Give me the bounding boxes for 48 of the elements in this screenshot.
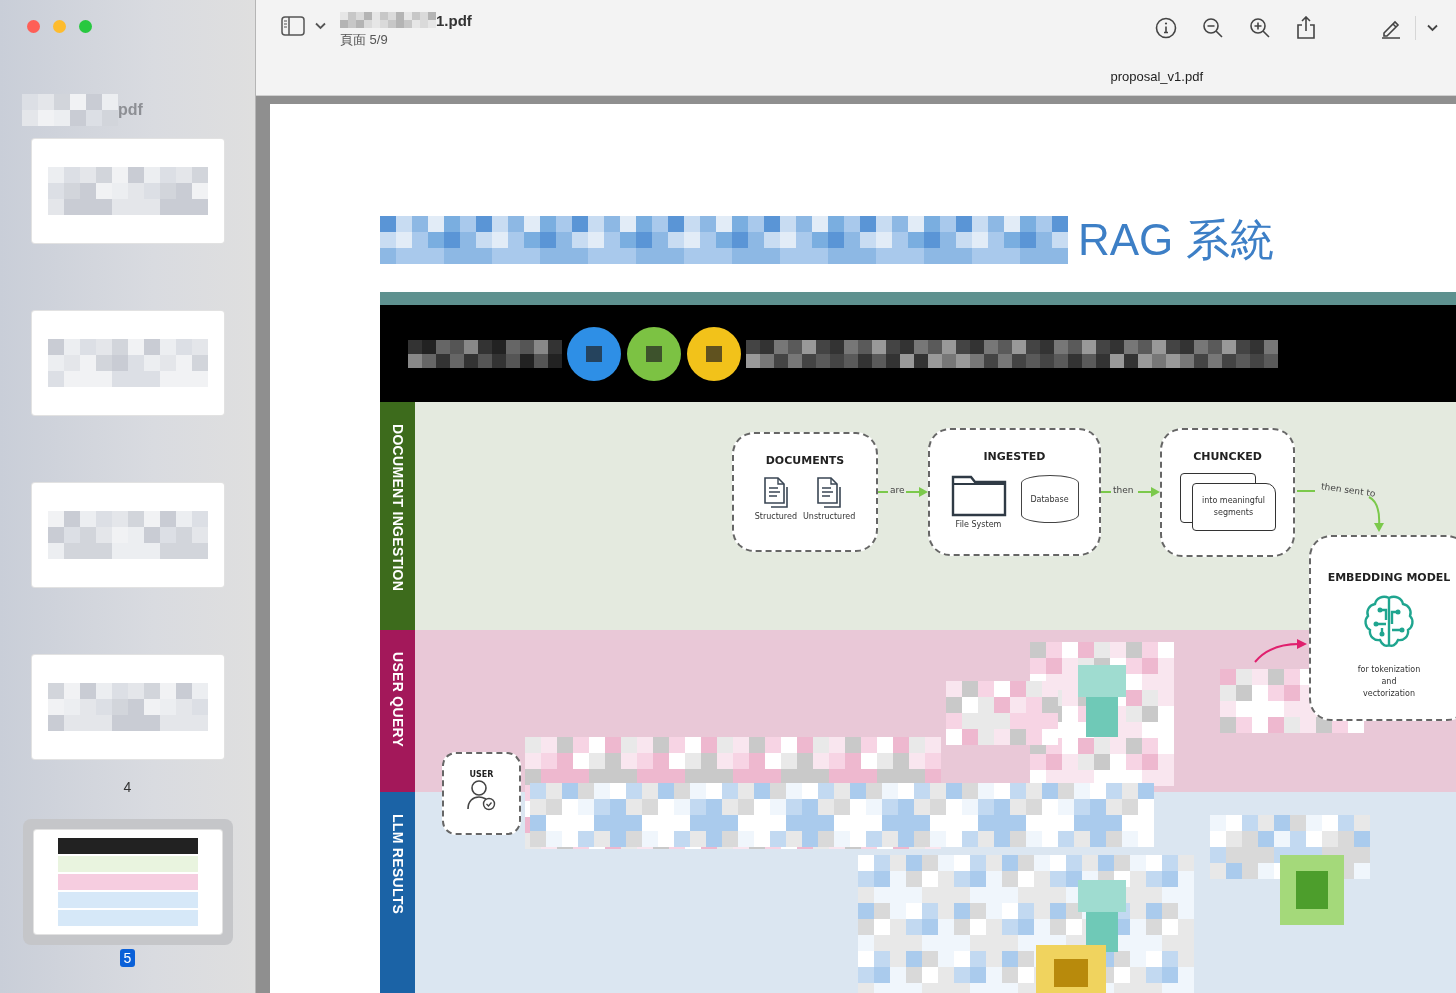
connector-arrow xyxy=(1101,486,1160,498)
lane-label: DOCUMENT INGESTION xyxy=(380,402,415,630)
user-check-icon xyxy=(466,779,497,811)
connector-arrow xyxy=(878,486,928,498)
page-indicator: 頁面 5/9 xyxy=(340,31,389,49)
node-title: INGESTED xyxy=(983,450,1046,463)
zoom-in-icon[interactable] xyxy=(1249,17,1271,39)
page-number: 5 xyxy=(119,949,136,967)
page-thumbnail[interactable] xyxy=(31,139,224,243)
page-number: 4 xyxy=(123,779,132,795)
page-thumbnail[interactable] xyxy=(33,830,222,934)
node-caption: Database xyxy=(1030,494,1069,504)
page-thumbnail[interactable] xyxy=(31,311,224,415)
node-title: CHUNCKED xyxy=(1193,450,1262,463)
document-tab[interactable]: proposal_v1.pdf xyxy=(1110,69,1203,84)
zoom-out-icon[interactable] xyxy=(1202,17,1224,39)
node-caption: into meaningful segments xyxy=(1200,495,1266,519)
node-caption: Unstructured xyxy=(803,512,856,521)
redacted-block-icon xyxy=(1280,855,1344,925)
node-title: USER xyxy=(469,770,494,779)
connector-label: then sent to xyxy=(1320,481,1377,499)
chevron-down-icon[interactable] xyxy=(1427,24,1438,32)
curved-arrow xyxy=(1253,636,1309,664)
node-caption: Structured xyxy=(754,512,797,521)
chevron-down-icon[interactable] xyxy=(315,22,326,30)
node-caption: for tokenization and vectorization xyxy=(1357,664,1421,700)
lane-label: LLM RESULTS xyxy=(380,792,415,993)
document-icon xyxy=(762,477,789,509)
connector-label: are xyxy=(890,485,905,495)
colored-circle-icon xyxy=(686,325,742,382)
sidebar-toggle-icon[interactable] xyxy=(281,16,305,36)
info-icon[interactable] xyxy=(1155,17,1177,39)
colored-circle-icon xyxy=(626,325,682,382)
redacted-block-icon xyxy=(1036,945,1106,993)
window-title: 1.pdf xyxy=(436,11,472,29)
document-icon xyxy=(816,477,843,509)
connector-label: then xyxy=(1113,485,1134,495)
document-name: pdf xyxy=(118,101,143,119)
lane-label: USER QUERY xyxy=(380,630,415,792)
node-title: DOCUMENTS xyxy=(765,454,845,467)
colored-circle-icon xyxy=(566,325,622,382)
page-thumbnail[interactable] xyxy=(31,655,224,759)
node-caption: File System xyxy=(955,520,1002,529)
page-thumbnail[interactable] xyxy=(31,483,224,587)
folder-icon xyxy=(950,473,1007,517)
page-heading: RAG 系統 xyxy=(1078,213,1274,266)
node-title: EMBEDDING MODEL xyxy=(1327,571,1451,584)
share-icon[interactable] xyxy=(1296,16,1316,40)
